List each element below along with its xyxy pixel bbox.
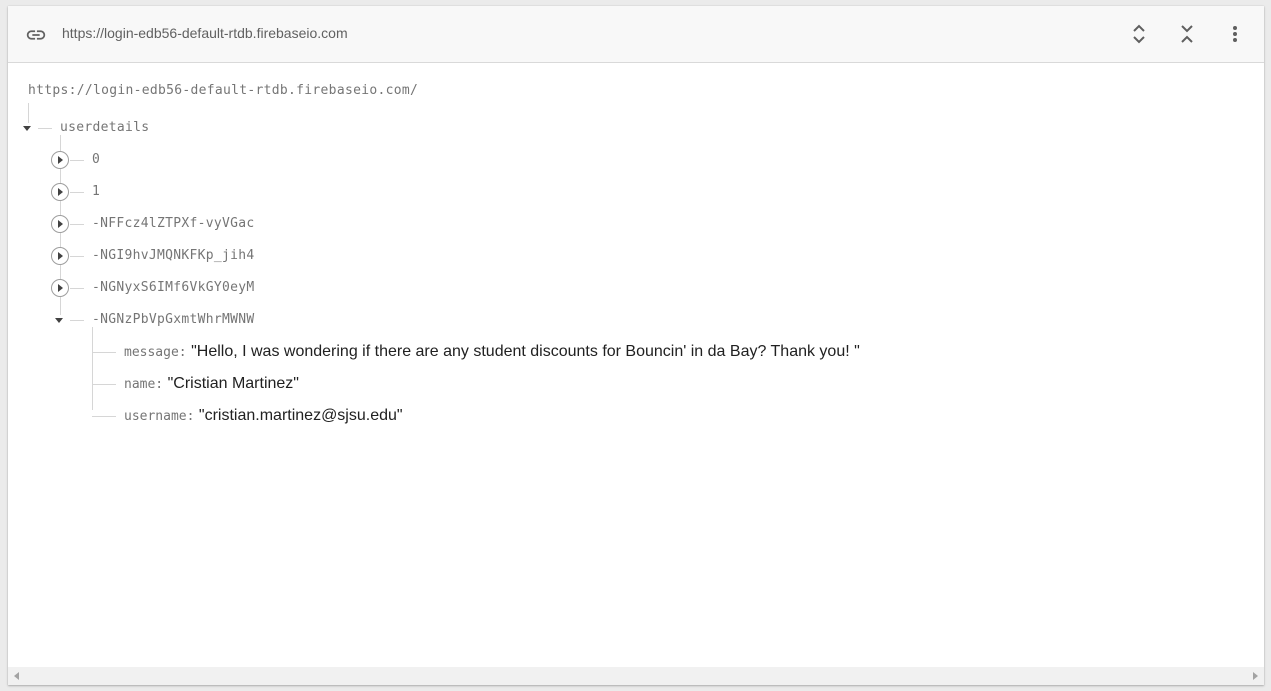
tree-view: https://login-edb56-default-rtdb.firebas…	[8, 63, 1264, 667]
expand-arrow-icon[interactable]	[51, 279, 69, 297]
link-icon[interactable]	[25, 24, 47, 46]
expand-arrow-icon[interactable]	[51, 151, 69, 169]
scroll-right-icon[interactable]	[1253, 672, 1258, 680]
field-key[interactable]: message:	[124, 345, 187, 360]
tree-node-userdetails[interactable]: userdetails	[21, 118, 221, 138]
tree-line	[92, 416, 116, 417]
tree-line	[38, 128, 52, 129]
database-url: https://login-edb56-default-rtdb.firebas…	[62, 25, 348, 41]
field-value[interactable]: "cristian.martinez@sjsu.edu"	[199, 407, 403, 424]
toolbar: https://login-edb56-default-rtdb.firebas…	[8, 6, 1264, 63]
tree-node-child[interactable]: -NFFcz4lZTPXf-vyVGac	[51, 214, 351, 234]
tree-node-child[interactable]: 0	[51, 150, 351, 170]
tree-line	[92, 327, 93, 410]
tree-node-child-expanded[interactable]: -NGNzPbVpGxmtWhrMWNW	[53, 310, 353, 330]
node-key[interactable]: -NGI9hvJMQNKFKp_jih4	[92, 246, 255, 266]
tree-line	[70, 224, 84, 225]
tree-node-child[interactable]: -NGI9hvJMQNKFKp_jih4	[51, 246, 351, 266]
leaf-field-name[interactable]: name: "Cristian Martinez"	[92, 374, 992, 394]
horizontal-scrollbar[interactable]	[8, 667, 1264, 685]
node-key[interactable]: -NGNzPbVpGxmtWhrMWNW	[92, 310, 255, 330]
more-vert-icon[interactable]	[1221, 20, 1249, 48]
tree-line	[70, 160, 84, 161]
node-key[interactable]: 1	[92, 182, 100, 202]
tree-node-child[interactable]: 1	[51, 182, 351, 202]
expand-arrow-icon[interactable]	[51, 215, 69, 233]
node-key[interactable]: userdetails	[60, 118, 149, 138]
node-key[interactable]: -NFFcz4lZTPXf-vyVGac	[92, 214, 255, 234]
tree-node-child[interactable]: -NGNyxS6IMf6VkGY0eyM	[51, 278, 351, 298]
tree-line	[70, 320, 84, 321]
expand-all-icon[interactable]	[1125, 20, 1153, 48]
database-panel: https://login-edb56-default-rtdb.firebas…	[8, 6, 1264, 685]
node-key[interactable]: -NGNyxS6IMf6VkGY0eyM	[92, 278, 255, 298]
expand-arrow-icon[interactable]	[51, 247, 69, 265]
collapse-arrow-icon[interactable]	[53, 313, 67, 327]
tree-line	[92, 352, 116, 353]
scroll-left-icon[interactable]	[14, 672, 19, 680]
field-key[interactable]: name:	[124, 377, 163, 392]
node-key[interactable]: 0	[92, 150, 100, 170]
tree-line	[70, 256, 84, 257]
tree-line	[92, 384, 116, 385]
leaf-field-message[interactable]: message: "Hello, I was wondering if ther…	[92, 342, 992, 362]
root-url[interactable]: https://login-edb56-default-rtdb.firebas…	[28, 82, 418, 100]
expand-arrow-icon[interactable]	[51, 183, 69, 201]
field-value[interactable]: "Hello, I was wondering if there are any…	[191, 343, 860, 360]
tree-line	[70, 288, 84, 289]
field-value[interactable]: "Cristian Martinez"	[168, 375, 299, 392]
leaf-field-username[interactable]: username: "cristian.martinez@sjsu.edu"	[92, 406, 992, 426]
collapse-all-icon[interactable]	[1173, 20, 1201, 48]
field-key[interactable]: username:	[124, 409, 194, 424]
tree-line	[70, 192, 84, 193]
collapse-arrow-icon[interactable]	[21, 121, 35, 135]
